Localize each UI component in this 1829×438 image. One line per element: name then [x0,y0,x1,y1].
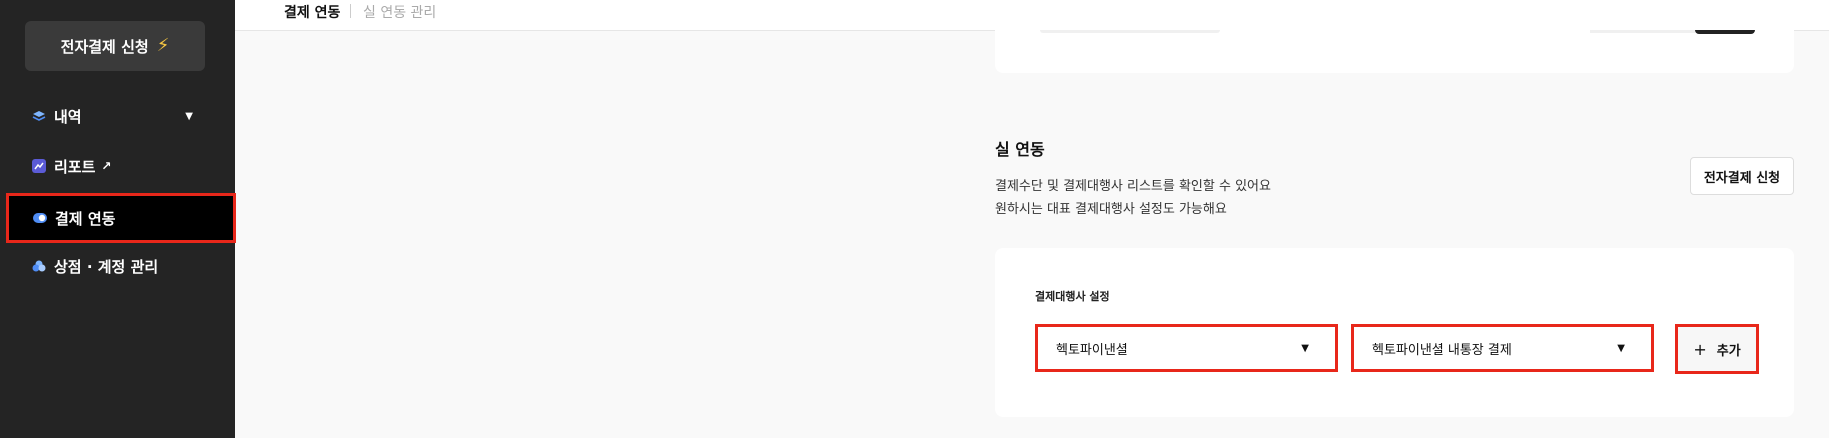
section-title: 실 연동 [995,140,1045,159]
cloud-icon [32,259,46,273]
upper-card-field [1040,30,1220,33]
chevron-down-icon: ▼ [1617,342,1625,354]
payment-method-select-value: 헥토파이낸셜 내통장 결제 [1372,342,1512,358]
chart-icon [32,159,46,173]
section-description: 결제수단 및 결제대행사 리스트를 확인할 수 있어요 [995,179,1271,194]
tab-divider [350,4,351,18]
upper-card [995,30,1794,73]
plus-icon: + [1693,339,1707,359]
apply-payment-outline-button[interactable]: 전자결제 신청 [1690,157,1794,195]
lightning-icon: ⚡ [156,35,170,56]
toggle-icon [33,211,47,225]
sidebar-item-store-account[interactable]: 상점 · 계정 관리 [5,241,235,291]
sidebar: 전자결제 신청 ⚡ 내역 ▼ 리포트 ↗ 결제 연동 상점 · 계정 관리 [0,0,236,438]
pg-settings-card: 결제대행사 설정 헥토파이낸셜 ▼ 헥토파이낸셜 내통장 결제 ▼ + 추가 [995,248,1794,417]
top-tab-bar: 결제 연동 실 연동 관리 [235,0,1829,31]
layers-icon [32,109,46,123]
sidebar-item-payment-integration[interactable]: 결제 연동 [6,193,236,243]
apply-payment-button[interactable]: 전자결제 신청 ⚡ [25,21,205,71]
tab-live-integration-management[interactable]: 실 연동 관리 [363,2,436,22]
upper-card-button[interactable] [1695,30,1755,34]
external-link-icon: ↗ [101,159,112,173]
sidebar-item-label: 결제 연동 [55,209,116,228]
tab-payment-integration[interactable]: 결제 연동 [284,2,340,22]
chevron-down-icon: ▼ [1301,342,1309,354]
sidebar-item-label: 상점 · 계정 관리 [54,257,159,276]
apply-payment-label: 전자결제 신청 [60,37,149,56]
sidebar-item-label: 내역 [54,107,82,126]
sidebar-item-history[interactable]: 내역 ▼ [5,91,235,141]
payment-method-select[interactable]: 헥토파이낸셜 내통장 결제 ▼ [1351,324,1654,372]
pg-settings-label: 결제대행사 설정 [1035,290,1110,303]
sidebar-item-label: 리포트 [54,157,96,176]
sidebar-item-report[interactable]: 리포트 ↗ [5,141,235,191]
section-description: 원하시는 대표 결제대행사 설정도 가능해요 [995,202,1227,217]
add-button-label: 추가 [1716,343,1741,359]
chevron-down-icon[interactable]: ▼ [185,111,193,122]
pg-select[interactable]: 헥토파이낸셜 ▼ [1035,324,1338,372]
upper-card-field [1590,30,1700,33]
pg-select-value: 헥토파이낸셜 [1056,342,1128,358]
add-button[interactable]: + 추가 [1675,324,1759,374]
